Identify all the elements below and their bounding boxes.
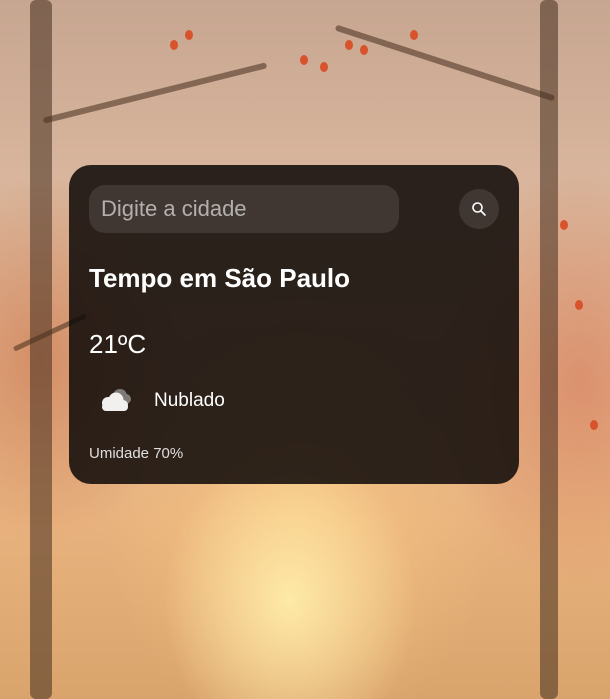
leaf [300, 55, 308, 65]
leaf [345, 40, 353, 50]
city-weather-title: Tempo em São Paulo [89, 263, 351, 293]
leaf [185, 30, 193, 40]
condition-label: Nublado [154, 390, 225, 411]
leaf [170, 40, 178, 50]
leaf [410, 30, 418, 40]
leaf [590, 420, 598, 430]
leaf [575, 300, 583, 310]
leaf [360, 45, 368, 55]
tree-trunk [540, 0, 558, 699]
tree-trunk [30, 0, 52, 699]
weather-card: Tempo em São Paulo 21ºC Nublado Umidade … [69, 165, 519, 484]
search-icon [472, 202, 486, 216]
weather-condition: Nublado [89, 381, 389, 421]
tree-branch [334, 24, 556, 102]
cloud-icon [102, 389, 131, 411]
humidity-text: Umidade 70% [89, 445, 184, 462]
tree-branch [42, 62, 268, 124]
search-bar [89, 185, 499, 233]
search-button[interactable] [459, 189, 499, 229]
city-search-input[interactable] [89, 185, 399, 233]
leaf [320, 62, 328, 72]
leaf [560, 220, 568, 230]
temperature-value: 21ºC [89, 329, 147, 359]
